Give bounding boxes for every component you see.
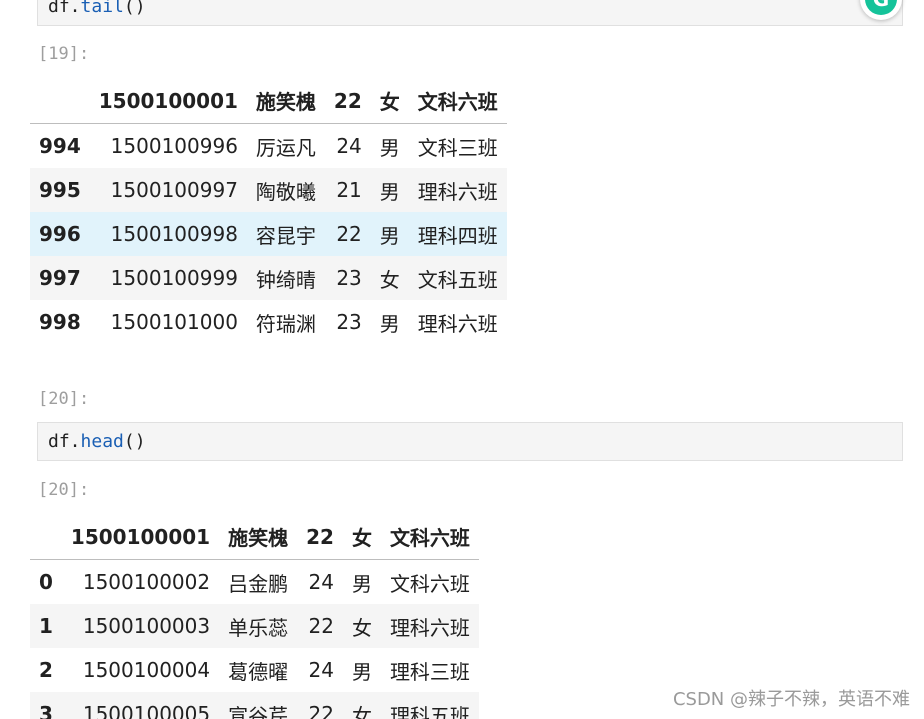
row-index: 995 xyxy=(39,178,81,202)
table-cell: 22 xyxy=(308,702,334,719)
table-cell: 理科三班 xyxy=(389,659,470,684)
code-cell-head[interactable]: df.head() xyxy=(37,422,903,461)
table-cell: 男 xyxy=(379,223,400,248)
table-cell: 22 xyxy=(308,614,334,638)
table-cell: 1500100005 xyxy=(82,702,211,719)
table-cell: 宣谷芹 xyxy=(228,703,289,719)
table-cell: 男 xyxy=(351,659,372,684)
table-cell: 钟绮晴 xyxy=(255,267,316,292)
code-function: head xyxy=(80,431,124,452)
column-header: 1500100001 xyxy=(89,78,247,124)
code-paren: () xyxy=(123,0,146,17)
column-header: 1500100001 xyxy=(61,514,220,560)
table-cell: 1500101000 xyxy=(110,310,238,334)
table-cell: 男 xyxy=(379,179,400,204)
table-cell: 男 xyxy=(351,571,372,596)
table-cell: 1500100997 xyxy=(110,178,238,202)
row-index: 994 xyxy=(39,134,81,158)
table-cell: 女 xyxy=(351,615,372,640)
table-cell: 1500100004 xyxy=(82,658,211,682)
table-cell: 男 xyxy=(379,311,400,336)
column-header: 22 xyxy=(324,78,371,124)
table-cell: 24 xyxy=(308,658,334,682)
code-object: df. xyxy=(48,0,81,17)
table-cell: 女 xyxy=(351,703,372,719)
row-index: 996 xyxy=(39,222,81,246)
table-row: 2 1500100004 葛德曜 24 男 理科三班 xyxy=(30,648,479,692)
grammarly-badge: G xyxy=(865,0,897,15)
table-cell: 符瑞渊 xyxy=(255,311,316,336)
index-header xyxy=(30,78,90,124)
row-index: 2 xyxy=(39,658,53,682)
table-cell: 厉运凡 xyxy=(255,135,316,160)
input-prompt: [20]: xyxy=(38,389,90,409)
table-row: 997 1500100999 钟绮晴 23 女 文科五班 xyxy=(30,256,507,300)
column-header: 女 xyxy=(342,514,381,560)
column-header: 22 xyxy=(297,514,343,560)
table-cell: 理科五班 xyxy=(389,703,470,719)
output-prompt: [20]: xyxy=(38,480,90,500)
table-cell: 1500100002 xyxy=(82,570,211,594)
row-index: 0 xyxy=(39,570,53,594)
table-row: 1 1500100003 单乐蕊 22 女 理科六班 xyxy=(30,604,479,648)
code-cell-tail[interactable]: df.tail() xyxy=(37,0,903,26)
row-index: 997 xyxy=(39,266,81,290)
row-index: 998 xyxy=(39,310,81,334)
code-object: df. xyxy=(48,431,81,452)
table-cell: 文科六班 xyxy=(389,571,470,596)
table-cell: 文科三班 xyxy=(417,135,498,160)
table-row: 998 1500101000 符瑞渊 23 男 理科六班 xyxy=(30,300,507,344)
table-row-hovered: 996 1500100998 容昆宇 22 男 理科四班 xyxy=(30,212,507,256)
table-cell: 理科六班 xyxy=(417,179,498,204)
column-header: 文科六班 xyxy=(408,78,507,124)
table-cell: 1500100999 xyxy=(110,266,238,290)
table-cell: 陶敬曦 xyxy=(255,179,316,204)
table-cell: 吕金鹏 xyxy=(228,571,289,596)
table-cell: 男 xyxy=(379,135,400,160)
row-index: 1 xyxy=(39,614,53,638)
table-cell: 23 xyxy=(336,310,362,334)
table-cell: 理科六班 xyxy=(417,311,498,336)
index-header xyxy=(30,514,62,560)
table-row: 0 1500100002 吕金鹏 24 男 文科六班 xyxy=(30,559,479,604)
table-cell: 容昆宇 xyxy=(255,223,316,248)
table-cell: 1500100996 xyxy=(110,134,238,158)
table-cell: 单乐蕊 xyxy=(228,615,289,640)
dataframe-head-table: 1500100001 施笑槐 22 女 文科六班 0 1500100002 吕金… xyxy=(30,514,479,719)
table-cell: 1500100003 xyxy=(82,614,211,638)
table-cell: 1500100998 xyxy=(110,222,238,246)
table-header-row: 1500100001 施笑槐 22 女 文科六班 xyxy=(30,514,479,560)
notebook-page: df.tail() G [19]: 1500100001 施笑槐 22 女 文科… xyxy=(0,0,924,719)
csdn-watermark: CSDN @辣子不辣，英语不难 xyxy=(672,689,910,710)
table-row: 995 1500100997 陶敬曦 21 男 理科六班 xyxy=(30,168,507,212)
table-cell: 24 xyxy=(308,570,334,594)
column-header: 女 xyxy=(370,78,409,124)
output-prompt: [19]: xyxy=(38,44,90,64)
table-row: 3 1500100005 宣谷芹 22 女 理科五班 xyxy=(30,692,479,719)
code-function: tail xyxy=(80,0,124,17)
column-header: 施笑槐 xyxy=(246,78,325,124)
table-cell: 理科六班 xyxy=(389,615,470,640)
table-row: 994 1500100996 厉运凡 24 男 文科三班 xyxy=(30,123,507,168)
table-cell: 文科五班 xyxy=(417,267,498,292)
column-header: 文科六班 xyxy=(380,514,479,560)
table-cell: 24 xyxy=(336,134,362,158)
column-header: 施笑槐 xyxy=(219,514,298,560)
row-index: 3 xyxy=(39,702,53,719)
table-cell: 22 xyxy=(336,222,362,246)
table-cell: 女 xyxy=(379,267,400,292)
table-cell: 葛德曜 xyxy=(228,659,289,684)
dataframe-tail-table: 1500100001 施笑槐 22 女 文科六班 994 1500100996 … xyxy=(30,78,507,344)
table-cell: 23 xyxy=(336,266,362,290)
code-paren: () xyxy=(123,431,146,452)
table-cell: 理科四班 xyxy=(417,223,498,248)
table-header-row: 1500100001 施笑槐 22 女 文科六班 xyxy=(30,78,507,124)
table-cell: 21 xyxy=(336,178,362,202)
